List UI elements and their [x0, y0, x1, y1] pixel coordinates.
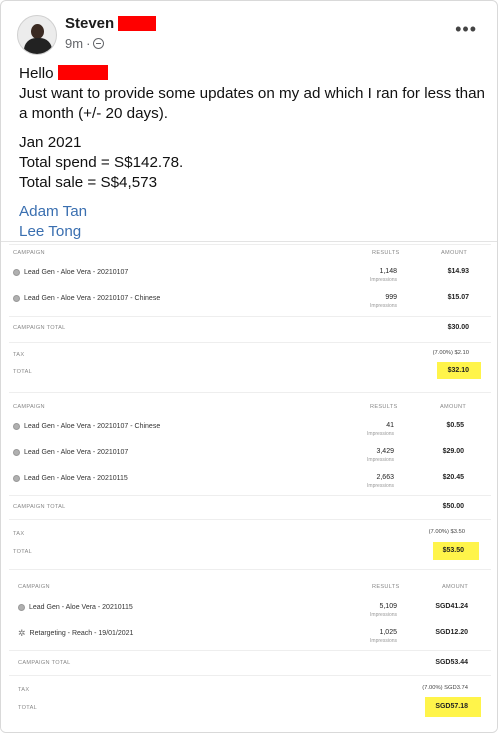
campaign-name: Lead Gen - Aloe Vera - 20210107 - Chines…: [24, 295, 161, 302]
meta-separator: ·: [86, 36, 91, 51]
greeting: Hello: [19, 65, 54, 82]
campaign-status-icon: [13, 449, 20, 456]
facebook-post: Steven 9m · ••• Hello Just want to provi…: [0, 0, 498, 733]
campaign-status-icon: [13, 475, 20, 482]
table-row: Lead Gen - Aloe Vera - 20210107: [13, 269, 128, 276]
results-header: RESULTS: [372, 584, 400, 590]
campaign-status-icon: [13, 423, 20, 430]
results-value: 1,025: [379, 629, 397, 636]
author-row: Steven: [65, 15, 157, 32]
total-label: TOTAL: [13, 369, 33, 375]
table-row: Lead Gen - Aloe Vera - 20210115: [18, 604, 133, 611]
tax-label: TAX: [18, 687, 30, 693]
campaign-header: CAMPAIGN: [18, 584, 50, 590]
total-value: $53.50: [442, 547, 464, 554]
post-meta: 9m ·: [65, 36, 105, 51]
post-header: Steven 9m · •••: [17, 11, 481, 57]
amount-value: SGD12.20: [435, 629, 468, 636]
results-sub: Impressions: [370, 277, 397, 283]
campaign-status-icon: [13, 269, 20, 276]
campaign-header: CAMPAIGN: [13, 250, 45, 256]
globe-icon: [93, 38, 105, 49]
amount-value: $15.07: [447, 294, 469, 301]
avatar-head-shape: [31, 24, 44, 39]
results-value: 3,429: [376, 448, 394, 455]
avatar[interactable]: [17, 15, 57, 55]
redaction-box: [57, 65, 108, 80]
campaign-name: Lead Gen - Aloe Vera - 20210115: [29, 604, 133, 611]
campaign-total-label: CAMPAIGN TOTAL: [13, 504, 66, 510]
campaign-total-value: $30.00: [447, 324, 469, 331]
results-sub: Impressions: [370, 303, 397, 309]
greeting-line: Hello: [19, 64, 485, 84]
results-header: RESULTS: [372, 250, 400, 256]
mention-link[interactable]: Adam Tan: [19, 203, 87, 220]
amount-value: $14.93: [447, 268, 469, 275]
results-value: 5,109: [379, 603, 397, 610]
results-value: 2,663: [376, 474, 394, 481]
table-row: Lead Gen - Aloe Vera - 20210115: [13, 475, 128, 482]
campaign-total-label: CAMPAIGN TOTAL: [13, 325, 66, 331]
campaign-total-value: SGD53.44: [435, 659, 468, 666]
campaign-name: Lead Gen - Aloe Vera - 20210115: [24, 475, 128, 482]
campaign-total-value: $50.00: [442, 503, 464, 510]
results-sub: Impressions: [367, 457, 394, 463]
amount-value: $0.55: [446, 422, 464, 429]
campaign-status-icon: [18, 604, 25, 611]
results-header: RESULTS: [370, 404, 398, 410]
total-value: $32.10: [447, 367, 469, 374]
more-options-icon[interactable]: •••: [455, 19, 477, 40]
body-line: Just want to provide some updates on my …: [19, 85, 485, 122]
period-line: Jan 2021: [19, 134, 82, 151]
total-label: TOTAL: [13, 549, 33, 555]
post-time[interactable]: 9m: [65, 36, 83, 51]
tax-label: TAX: [13, 531, 25, 537]
table-row: Lead Gen - Aloe Vera - 20210107: [13, 449, 128, 456]
results-value: 41: [386, 422, 394, 429]
amount-value: SGD41.24: [435, 603, 468, 610]
campaign-header: CAMPAIGN: [13, 404, 45, 410]
post-text: Hello Just want to provide some updates …: [19, 64, 485, 242]
results-sub: Impressions: [367, 483, 394, 489]
attached-image[interactable]: CAMPAIGN RESULTS AMOUNT Lead Gen - Aloe …: [1, 241, 497, 732]
tax-value: (7.00%) $2.10: [432, 350, 469, 356]
amount-header: AMOUNT: [440, 404, 467, 410]
table-row: Lead Gen - Aloe Vera - 20210107 - Chines…: [13, 295, 160, 302]
campaign-total-label: CAMPAIGN TOTAL: [18, 660, 71, 666]
table-row: Lead Gen - Aloe Vera - 20210107 - Chines…: [13, 423, 160, 430]
campaign-name: Lead Gen - Aloe Vera - 20210107: [24, 449, 129, 456]
table-row: ✲ Retargeting - Reach - 19/01/2021: [18, 628, 134, 638]
tax-value: (7.00%) SGD3.74: [422, 685, 468, 691]
results-sub: Impressions: [367, 431, 394, 437]
campaign-name: Lead Gen - Aloe Vera - 20210107 - Chines…: [24, 423, 161, 430]
campaign-name: Retargeting - Reach - 19/01/2021: [29, 630, 134, 637]
results-value: 999: [385, 294, 397, 301]
avatar-body-shape: [24, 38, 52, 54]
amount-value: $29.00: [442, 448, 464, 455]
tax-label: TAX: [13, 352, 25, 358]
mention-link[interactable]: Lee Tong: [19, 223, 81, 240]
author-name[interactable]: Steven: [65, 15, 114, 32]
results-sub: Impressions: [370, 612, 397, 618]
results-sub: Impressions: [370, 638, 397, 644]
amount-header: AMOUNT: [442, 584, 469, 590]
campaign-name: Lead Gen - Aloe Vera - 20210107: [24, 269, 129, 276]
retargeting-star-icon: ✲: [18, 628, 26, 638]
redaction-box: [118, 16, 157, 31]
amount-header: AMOUNT: [441, 250, 468, 256]
amount-value: $20.45: [442, 474, 464, 481]
total-spend-line: Total spend = S$142.78.: [19, 154, 184, 171]
total-sale-line: Total sale = S$4,573: [19, 174, 158, 191]
tax-value: (7.00%) $3.50: [428, 529, 465, 535]
campaign-status-icon: [13, 295, 20, 302]
results-value: 1,148: [379, 268, 397, 275]
total-label: TOTAL: [18, 705, 38, 711]
total-value: SGD57.18: [435, 703, 468, 710]
